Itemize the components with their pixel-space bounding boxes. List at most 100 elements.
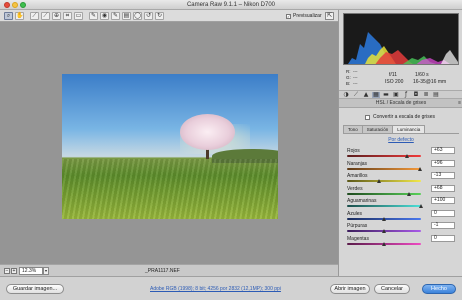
presets-icon[interactable]: ≣	[422, 92, 430, 98]
slider-thumb[interactable]	[382, 216, 386, 221]
hsl-tabs: Tono Saturación Luminancia	[343, 125, 426, 133]
zoom-dropdown-icon[interactable]: ▾	[43, 267, 49, 275]
done-button[interactable]: Hecho	[422, 284, 456, 294]
fullscreen-icon[interactable]: ⇱	[325, 12, 334, 20]
slider-row: Azules 0	[347, 209, 459, 223]
slider-track[interactable]	[347, 205, 421, 207]
preview-label: Previsualizar	[293, 13, 322, 19]
slider-thumb[interactable]	[382, 241, 386, 246]
panel-header: HSL / Escala de grises ≡	[339, 99, 462, 108]
hsl-panel-icon[interactable]: ▦	[372, 92, 380, 98]
lens-value: 16-35@16 mm	[413, 79, 447, 85]
workflow-options-link[interactable]: Adobe RGB (1998); 8 bit; 4256 por 2832 (…	[150, 286, 281, 292]
slider-track[interactable]	[347, 180, 421, 182]
panel-title: HSL / Escala de grises	[375, 100, 427, 106]
zoom-level-field[interactable]: 12.3%	[19, 267, 43, 275]
default-link[interactable]: Por defecto	[343, 137, 459, 143]
lens-corrections-icon[interactable]: ▣	[392, 92, 400, 98]
slider-label: Verdes	[347, 185, 363, 192]
blossoming-tree	[180, 114, 235, 150]
filename-label: _PRA1117.NEF	[145, 268, 180, 274]
tone-curve-icon[interactable]: ⟋	[352, 92, 360, 98]
straighten-tool-icon[interactable]: ▭	[74, 12, 83, 20]
g-value: ---	[353, 75, 358, 80]
iso-value: ISO 200	[385, 79, 404, 85]
preview-toggle[interactable]: ✓ Previsualizar	[286, 13, 322, 19]
graduated-filter-tool-icon[interactable]: ▤	[122, 12, 131, 20]
color-sampler-tool-icon[interactable]: ⟋	[41, 12, 50, 20]
slider-value-field[interactable]: +100	[431, 197, 455, 204]
slider-row: Amarillos -13	[347, 172, 459, 185]
slider-value-field[interactable]: +63	[431, 147, 455, 154]
convert-grayscale-checkbox[interactable]	[365, 114, 370, 120]
slider-row: Naranjas +96	[347, 159, 459, 173]
slider-row: Rojos +63	[347, 147, 459, 160]
slider-label: Naranjas	[347, 160, 368, 167]
slider-track[interactable]	[347, 167, 421, 170]
radial-filter-tool-icon[interactable]: ◯	[133, 12, 142, 20]
slider-thumb[interactable]	[381, 229, 386, 233]
slider-row: Púrpuras -1	[347, 222, 459, 235]
panel-menu-icon[interactable]: ≡	[458, 99, 461, 108]
slider-value-field[interactable]: -1	[431, 222, 455, 229]
tab-saturation[interactable]: Saturación	[361, 125, 394, 133]
photo-preview	[62, 74, 278, 219]
slider-value-field[interactable]: -13	[431, 172, 455, 179]
hand-tool-icon[interactable]: ✋	[15, 12, 24, 20]
open-image-button[interactable]: Abrir imagen	[330, 284, 370, 294]
slider-label: Púrpuras	[347, 223, 368, 229]
white-balance-tool-icon[interactable]: ⟋	[30, 12, 39, 20]
slider-row: Verdes +68	[347, 184, 459, 198]
slider-value-field[interactable]: +68	[431, 184, 455, 192]
aperture-value: f/11	[389, 72, 397, 78]
cancel-button[interactable]: Cancelar	[374, 284, 410, 294]
shutter-value: 1/60 s	[415, 72, 429, 78]
slider-value-field[interactable]: 0	[431, 209, 455, 217]
rotate-ccw-tool-icon[interactable]: ↺	[144, 12, 153, 20]
tab-luminance[interactable]: Luminancia	[392, 125, 426, 133]
rotate-cw-tool-icon[interactable]: ↻	[155, 12, 164, 20]
slider-label: Aguamarinas	[347, 198, 377, 204]
slider-thumb[interactable]	[417, 166, 422, 171]
split-toning-icon[interactable]: ▬	[382, 92, 390, 98]
title-bar: Camera Raw 9.1.1 – Nikon D700	[0, 0, 462, 10]
basic-panel-icon[interactable]: ◑	[342, 92, 350, 98]
crop-tool-icon[interactable]: ⌗	[63, 12, 72, 20]
slider-thumb[interactable]	[407, 191, 412, 196]
tab-hue[interactable]: Tono	[343, 125, 363, 133]
zoom-out-button[interactable]: −	[4, 268, 10, 274]
slider-value-field[interactable]: 0	[431, 234, 455, 242]
r-label: R:	[346, 69, 351, 74]
effects-icon[interactable]: ƒ	[402, 92, 410, 98]
slider-thumb[interactable]	[419, 204, 423, 208]
target-adjustment-tool-icon[interactable]: ⊕	[52, 12, 61, 20]
slider-thumb[interactable]	[377, 179, 382, 183]
slider-thumb[interactable]	[405, 154, 410, 158]
slider-value-field[interactable]: +96	[431, 159, 455, 167]
histogram	[343, 13, 459, 65]
camera-calibration-icon[interactable]: ◘	[412, 92, 420, 98]
status-bar: − + 12.3% ▾ _PRA1117.NEF	[0, 264, 338, 276]
detail-icon[interactable]: ▲	[362, 92, 370, 98]
adjustment-panel: R: --- G: --- B: --- f/11 1/60 s ISO 200…	[338, 10, 462, 276]
wheat-field	[62, 159, 278, 219]
image-canvas[interactable]	[0, 22, 338, 264]
b-value: ---	[353, 81, 358, 86]
window-title: Camera Raw 9.1.1 – Nikon D700	[186, 2, 276, 8]
zoom-in-button[interactable]: +	[11, 268, 17, 274]
red-eye-tool-icon[interactable]: ◉	[100, 12, 109, 20]
slider-track[interactable]	[347, 155, 421, 157]
slider-label: Azules	[347, 210, 363, 217]
preview-checkbox[interactable]: ✓	[286, 13, 291, 19]
save-image-button[interactable]: Guardar imagen...	[6, 284, 64, 294]
zoom-tool-icon[interactable]: ⌕	[4, 12, 13, 20]
adjustment-brush-tool-icon[interactable]: ✎	[111, 12, 120, 20]
slider-label: Rojos	[347, 148, 360, 154]
histogram-graph	[348, 32, 458, 64]
r-value: ---	[353, 69, 358, 74]
info-readout: R: --- G: --- B: --- f/11 1/60 s ISO 200…	[343, 67, 459, 89]
spot-removal-tool-icon[interactable]: ✎	[89, 12, 98, 20]
snapshots-icon[interactable]: ▤	[432, 92, 440, 98]
slider-row: Magentas 0	[347, 234, 459, 248]
convert-grayscale-toggle[interactable]: Convertir a escala de grises	[365, 114, 435, 120]
